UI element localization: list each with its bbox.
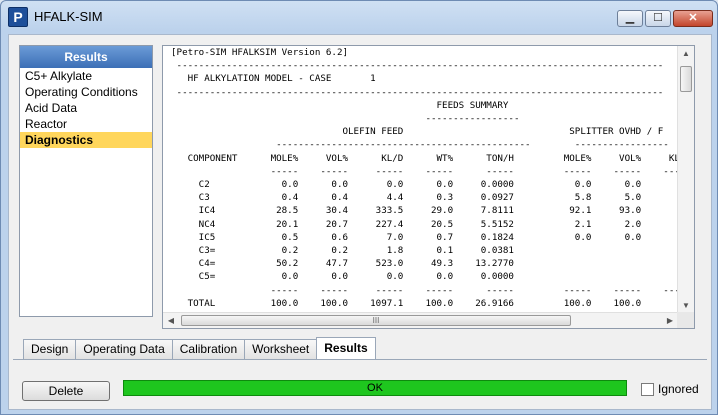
report-panel: [Petro-SIM HFALKSIM Version 6.2] -------… (162, 45, 695, 329)
nav-item-operating-conditions[interactable]: Operating Conditions (20, 84, 152, 100)
tab-design[interactable]: Design (23, 339, 77, 359)
tab-strip: Design Operating Data Calibration Worksh… (23, 337, 376, 359)
nav-item-acid-data[interactable]: Acid Data (20, 100, 152, 116)
close-button[interactable]: ✕ (673, 10, 713, 27)
tab-divider (13, 359, 707, 360)
ignored-checkbox[interactable]: Ignored (641, 381, 699, 397)
report-text-area[interactable]: [Petro-SIM HFALKSIM Version 6.2] -------… (163, 46, 678, 314)
maximize-button[interactable]: ☐ (645, 10, 671, 27)
minimize-button[interactable]: ▁ (617, 10, 643, 27)
vertical-scrollbar[interactable]: ▲ ▼ (677, 46, 694, 314)
results-nav-panel: Results C5+ Alkylate Operating Condition… (19, 45, 153, 317)
scroll-left-icon[interactable]: ◀ (163, 313, 179, 328)
scroll-corner (677, 312, 694, 328)
client-area: Results C5+ Alkylate Operating Condition… (8, 34, 712, 410)
scroll-up-icon[interactable]: ▲ (678, 46, 694, 62)
nav-item-reactor[interactable]: Reactor (20, 116, 152, 132)
results-nav-header: Results (20, 46, 152, 68)
nav-item-diagnostics[interactable]: Diagnostics (20, 132, 152, 148)
tab-worksheet[interactable]: Worksheet (244, 339, 318, 359)
tab-operating-data[interactable]: Operating Data (75, 339, 173, 359)
title-bar[interactable]: P HFALK-SIM ▁ ☐ ✕ (1, 1, 717, 34)
report-text: [Petro-SIM HFALKSIM Version 6.2] -------… (171, 47, 678, 314)
horizontal-scroll-thumb[interactable]: III (181, 315, 571, 326)
horizontal-scrollbar[interactable]: ◀ III ▶ (163, 312, 678, 328)
nav-item-c5-alkylate[interactable]: C5+ Alkylate (20, 68, 152, 84)
delete-button[interactable]: Delete (22, 381, 110, 401)
window-title: HFALK-SIM (34, 9, 103, 24)
tab-calibration[interactable]: Calibration (171, 339, 246, 359)
status-bar: OK (123, 380, 627, 396)
ignored-label: Ignored (658, 382, 699, 396)
vertical-scroll-thumb[interactable] (680, 66, 692, 92)
app-logo-icon: P (8, 7, 28, 27)
main-window: P HFALK-SIM ▁ ☐ ✕ Results C5+ Alkylate O… (0, 0, 718, 415)
ignored-checkbox-box[interactable] (641, 382, 654, 396)
tab-results[interactable]: Results (316, 337, 376, 359)
scroll-right-icon[interactable]: ▶ (662, 313, 678, 328)
